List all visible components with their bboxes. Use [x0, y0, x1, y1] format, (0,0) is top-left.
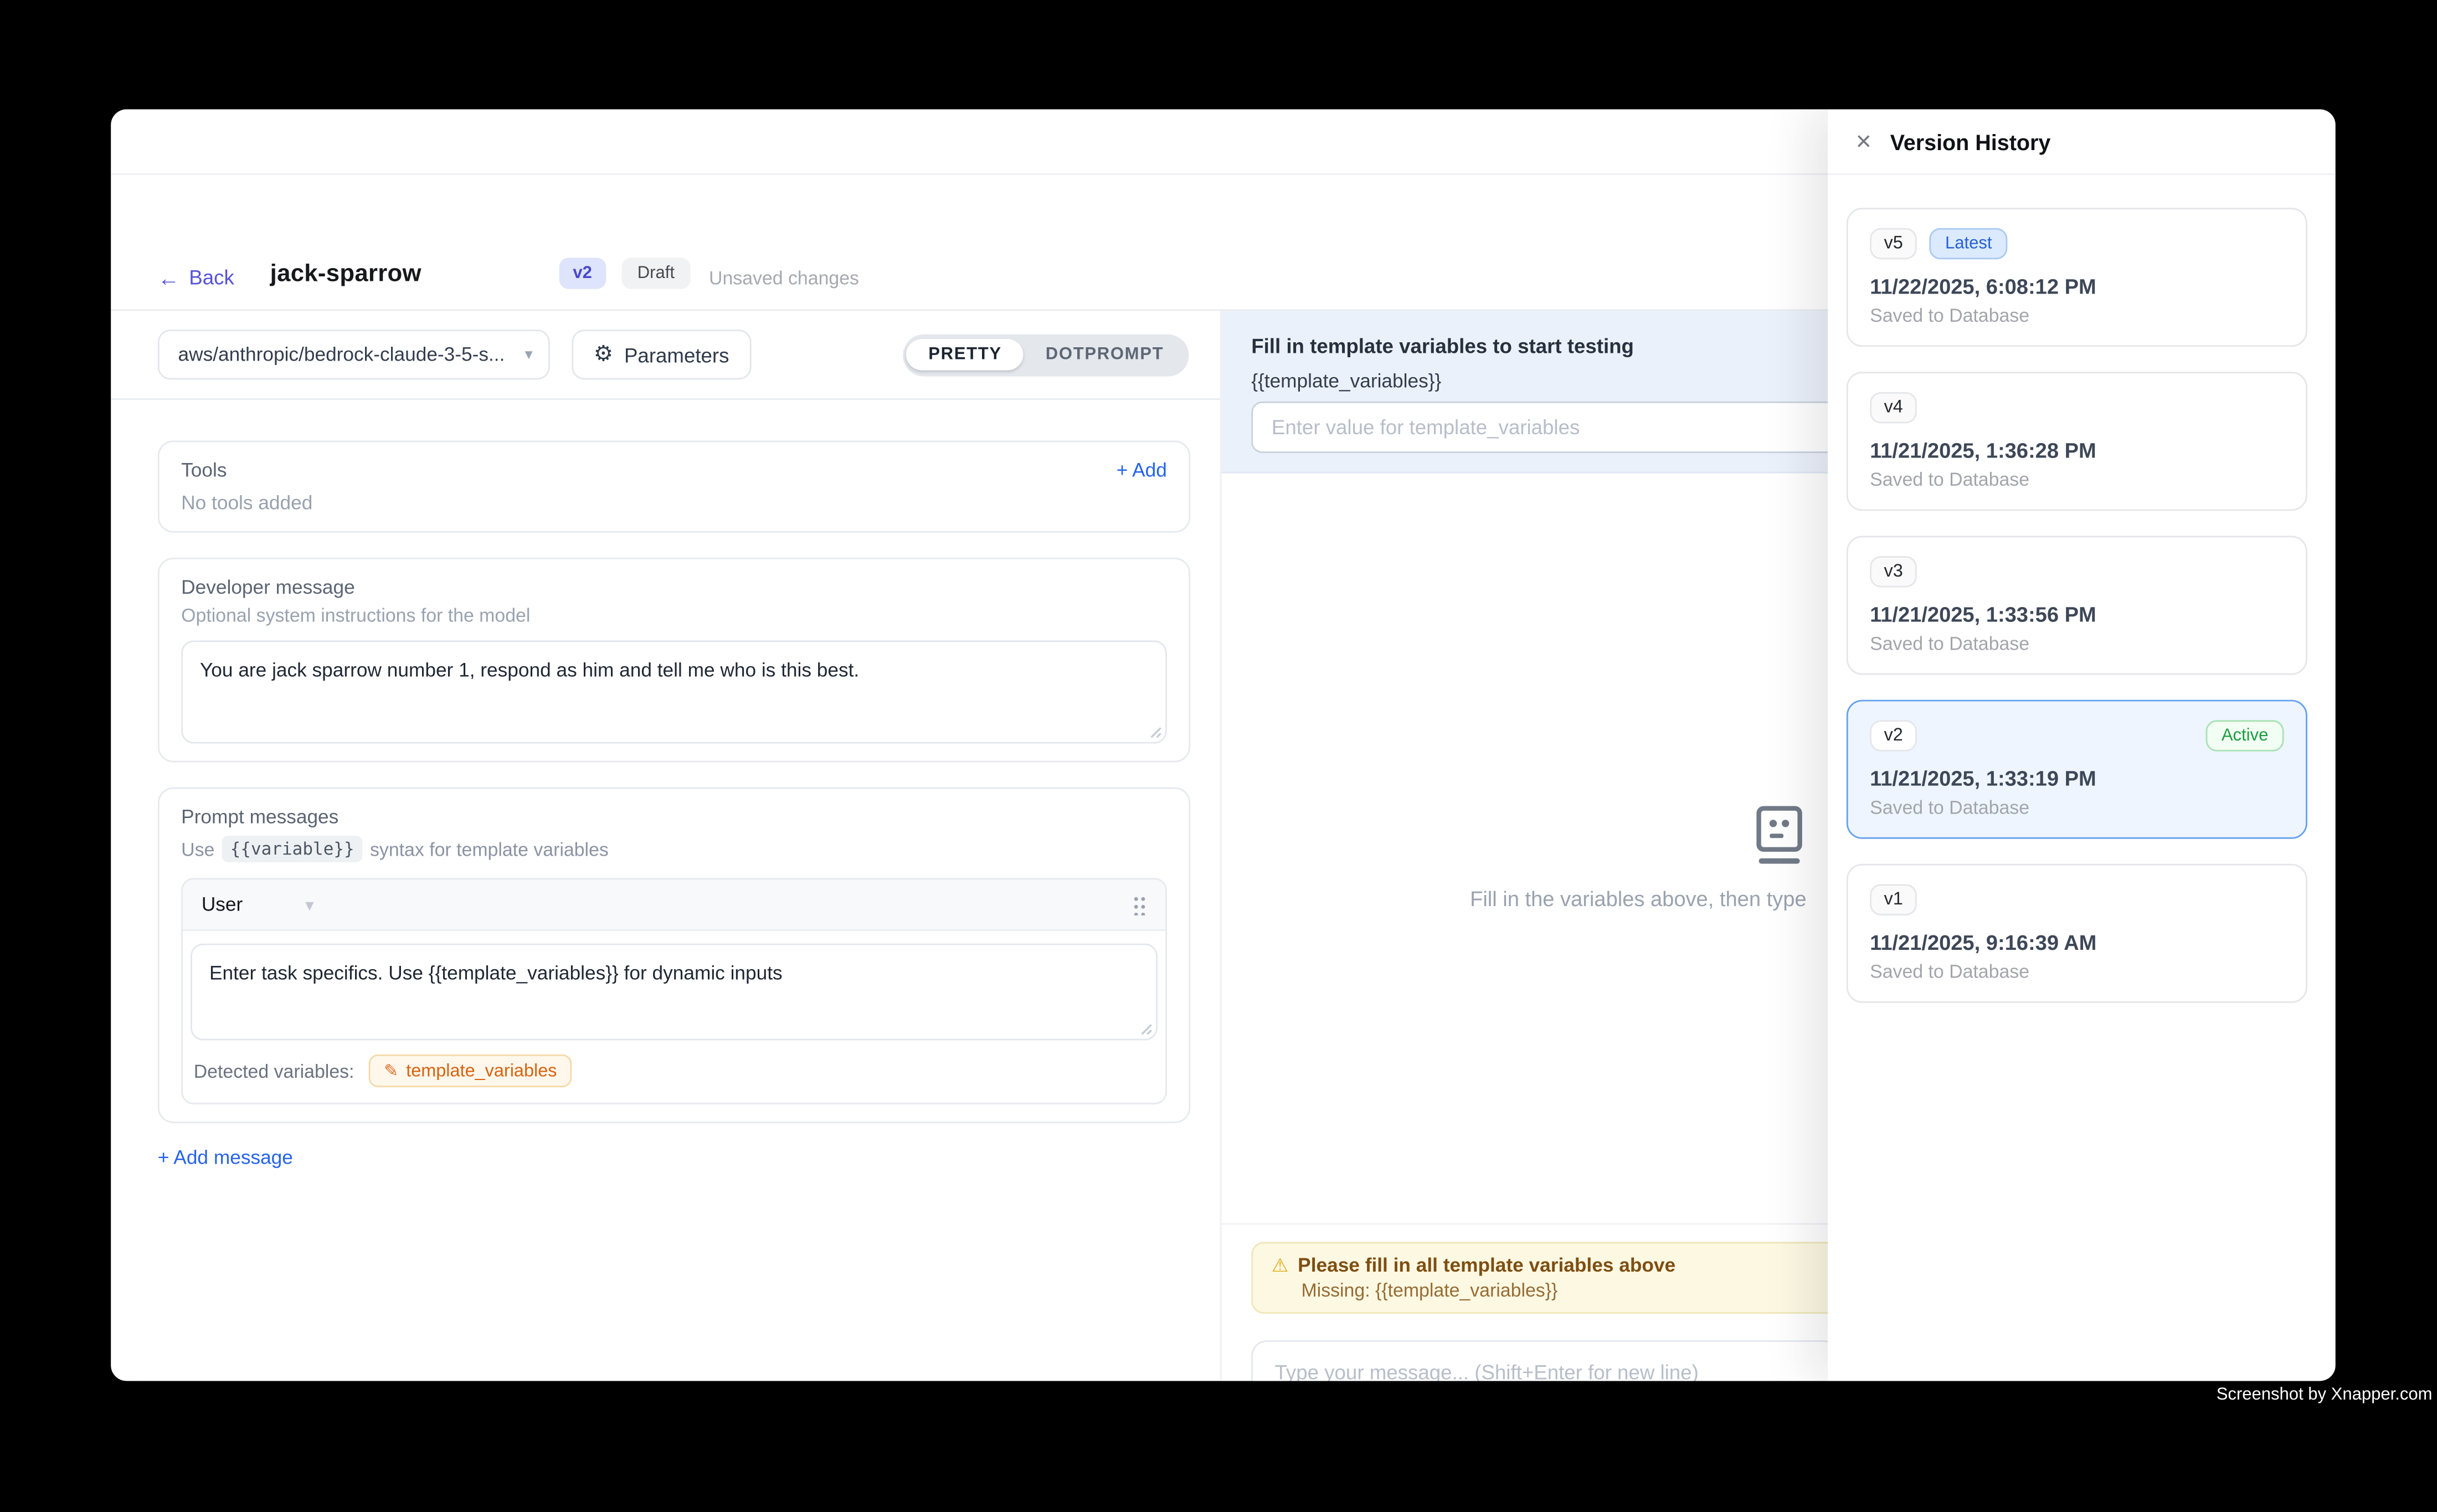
version-card-v1[interactable]: v1 11/21/2025, 9:16:39 AM Saved to Datab…	[1847, 864, 2307, 1003]
developer-message-subtitle: Optional system instructions for the mod…	[181, 605, 1167, 626]
unsaved-changes-text: Unsaved changes	[709, 267, 859, 289]
developer-message-title: Developer message	[181, 577, 1167, 598]
xnapper-watermark: Screenshot by Xnapper.com	[2217, 1386, 2433, 1405]
version-date: 11/22/2025, 6:08:12 PM	[1870, 275, 2284, 298]
variable-value-input[interactable]	[1251, 402, 1839, 453]
app-window: ← Back jack-sparrow v2 Draft Unsaved cha…	[111, 109, 2335, 1381]
detected-variables-label: Detected variables:	[194, 1060, 354, 1082]
back-label: Back	[189, 265, 234, 289]
version-badge: v2	[559, 258, 606, 289]
view-mode-toggle: PRETTY DOTPROMPT	[903, 333, 1189, 376]
version-date: 11/21/2025, 9:16:39 AM	[1870, 931, 2284, 954]
detected-variables-row: Detected variables: ✎ template_variables	[183, 1040, 1165, 1103]
close-icon[interactable]: ×	[1856, 128, 1872, 155]
role-select-value[interactable]: User	[202, 893, 243, 915]
model-select[interactable]: aws/anthropic/bedrock-claude-3-5-s... ▾	[158, 330, 550, 379]
template-variable-name: template_variables	[406, 1062, 557, 1081]
tools-card: Tools + Add No tools added	[158, 440, 1190, 532]
parameters-label: Parameters	[624, 343, 729, 366]
developer-message-card: Developer message Optional system instru…	[158, 558, 1190, 762]
version-id-badge: v3	[1870, 556, 1917, 587]
version-date: 11/21/2025, 1:33:56 PM	[1870, 603, 2284, 626]
page-title: jack-sparrow	[270, 261, 421, 289]
pencil-icon: ✎	[384, 1061, 398, 1081]
screenshot-stage: ← Back jack-sparrow v2 Draft Unsaved cha…	[0, 0, 2437, 1512]
version-card-v5[interactable]: v5 Latest 11/22/2025, 6:08:12 PM Saved t…	[1847, 208, 2307, 347]
parameters-button[interactable]: ⚙ Parameters	[572, 330, 751, 379]
warning-missing-text: Missing: {{template_variables}}	[1301, 1279, 1818, 1301]
warning-triangle-icon: ⚠	[1272, 1256, 1288, 1275]
version-status: Saved to Database	[1870, 305, 2284, 326]
gear-icon: ⚙	[594, 344, 613, 366]
version-status: Saved to Database	[1870, 796, 2284, 818]
chat-message-input[interactable]	[1251, 1340, 1839, 1381]
draft-status-badge: Draft	[622, 258, 691, 289]
version-date: 11/21/2025, 1:36:28 PM	[1870, 439, 2284, 462]
version-card-v2-active[interactable]: v2 Active 11/21/2025, 1:33:19 PM Saved t…	[1847, 700, 2307, 839]
version-list: v5 Latest 11/22/2025, 6:08:12 PM Saved t…	[1828, 175, 2336, 1003]
prompt-message-input[interactable]: Enter task specifics. Use {{template_var…	[191, 944, 1158, 1041]
message-body: Enter task specifics. Use {{template_var…	[183, 931, 1165, 1040]
template-variable-chip[interactable]: ✎ template_variables	[368, 1055, 573, 1087]
latest-badge: Latest	[1930, 228, 2008, 259]
model-select-value: aws/anthropic/bedrock-claude-3-5-s...	[178, 344, 525, 366]
hint-prefix: Use	[181, 838, 214, 860]
chevron-down-icon: ▾	[525, 346, 533, 363]
editor-scroll-area: Tools + Add No tools added Developer mes…	[111, 400, 1220, 1169]
version-date: 11/21/2025, 1:33:19 PM	[1870, 767, 2284, 790]
prompt-editor-panel: aws/anthropic/bedrock-claude-3-5-s... ▾ …	[111, 311, 1220, 1381]
prompt-messages-card: Prompt messages Use {{variable}} syntax …	[158, 788, 1190, 1123]
model-toolbar: aws/anthropic/bedrock-claude-3-5-s... ▾ …	[111, 311, 1220, 400]
developer-message-input[interactable]: You are jack sparrow number 1, respond a…	[181, 640, 1167, 743]
version-history-panel: × Version History v5 Latest 11/22/2025, …	[1828, 109, 2336, 1381]
back-button[interactable]: ← Back	[158, 265, 234, 289]
tools-title: Tools	[181, 459, 227, 481]
add-message-button[interactable]: + Add message	[158, 1146, 1190, 1168]
template-warning: ⚠ Please fill in all template variables …	[1251, 1242, 1839, 1314]
version-status: Saved to Database	[1870, 632, 2284, 654]
version-id-badge: v1	[1870, 884, 1917, 915]
version-card-v3[interactable]: v3 11/21/2025, 1:33:56 PM Saved to Datab…	[1847, 536, 2307, 675]
version-history-title: Version History	[1890, 129, 2051, 154]
syntax-hint: Use {{variable}} syntax for template var…	[181, 836, 1167, 862]
chevron-down-icon[interactable]: ▾	[305, 894, 314, 915]
drag-handle-icon[interactable]	[1133, 894, 1146, 915]
prompt-message-block: User ▾ Enter task specifics. Use {{templ…	[181, 878, 1167, 1104]
version-status: Saved to Database	[1870, 469, 2284, 490]
message-role-header: User ▾	[183, 880, 1165, 931]
add-tool-button[interactable]: + Add	[1117, 459, 1167, 481]
active-badge: Active	[2206, 720, 2284, 751]
version-card-v4[interactable]: v4 11/21/2025, 1:36:28 PM Saved to Datab…	[1847, 372, 2307, 511]
robot-icon	[1746, 805, 1812, 867]
version-id-badge: v5	[1870, 228, 1917, 259]
prompt-messages-title: Prompt messages	[181, 806, 1167, 827]
tools-header: Tools + Add	[181, 459, 1167, 481]
version-history-header: × Version History	[1828, 109, 2336, 174]
warning-title: Please fill in all template variables ab…	[1298, 1254, 1675, 1276]
version-status: Saved to Database	[1870, 961, 2284, 983]
toggle-dotprompt[interactable]: DOTPROMPT	[1024, 339, 1185, 370]
version-id-badge: v2	[1870, 720, 1917, 751]
back-arrow-icon: ←	[158, 266, 179, 288]
hint-code: {{variable}}	[222, 836, 362, 862]
hint-suffix: syntax for template variables	[370, 838, 609, 860]
toggle-pretty[interactable]: PRETTY	[907, 339, 1024, 370]
version-id-badge: v4	[1870, 392, 1917, 423]
tools-empty-text: No tools added	[181, 492, 1167, 513]
